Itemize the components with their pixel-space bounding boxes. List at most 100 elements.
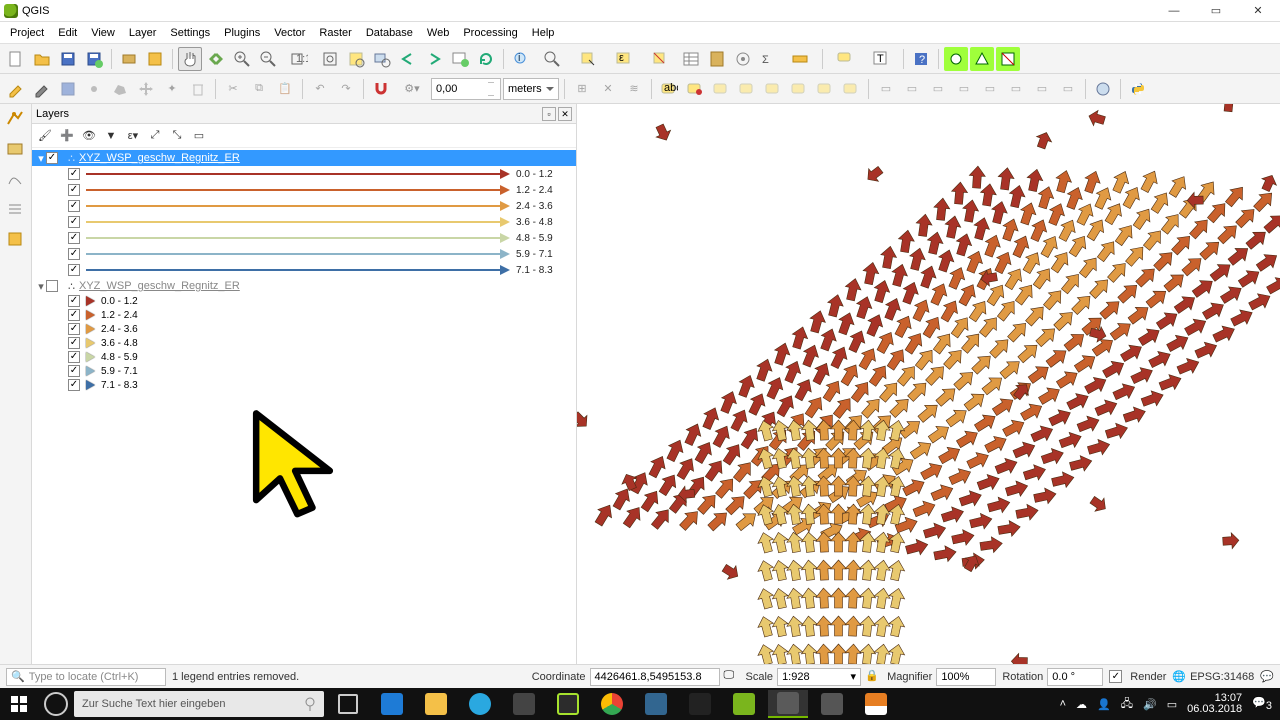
legend-class-row[interactable]: 5.9 - 7.1: [32, 246, 576, 262]
layer-visibility-checkbox[interactable]: [46, 280, 58, 292]
stats-button[interactable]: Σ: [757, 47, 781, 71]
layout-manager-button[interactable]: [143, 47, 167, 71]
class-visibility-checkbox[interactable]: [68, 379, 80, 391]
trace-button[interactable]: ≋: [622, 77, 646, 101]
lock-scale-icon[interactable]: 🔒: [865, 669, 881, 685]
save-as-button[interactable]: [82, 47, 106, 71]
class-visibility-checkbox[interactable]: [68, 337, 80, 349]
map-canvas[interactable]: [577, 104, 1280, 664]
menu-database[interactable]: Database: [360, 25, 419, 41]
tray-up-icon[interactable]: ˄: [1060, 698, 1066, 710]
maximize-button[interactable]: ▭: [1198, 1, 1234, 21]
layer-tree[interactable]: ▾ ∴ XYZ_WSP_geschw_Regnitz_ER 0.0 - 1.2 …: [32, 148, 576, 664]
menu-plugins[interactable]: Plugins: [218, 25, 266, 41]
render-checkbox[interactable]: [1109, 670, 1122, 683]
zoom-layer-button[interactable]: [370, 47, 394, 71]
tray-net-icon[interactable]: 🖧: [1121, 695, 1133, 714]
tray-datetime[interactable]: 13:07 06.03.2018: [1187, 693, 1242, 715]
tray-people-icon[interactable]: 👤: [1097, 698, 1111, 711]
globe-button[interactable]: [1091, 77, 1115, 101]
filter-legend-button[interactable]: ▼: [102, 127, 120, 145]
label-e-button[interactable]: [761, 77, 785, 101]
snap-intersect-button[interactable]: ✕: [596, 77, 620, 101]
zoom-in-button[interactable]: [230, 47, 254, 71]
dec-h-button[interactable]: ▭: [1056, 77, 1080, 101]
tray-a-icon[interactable]: ☁: [1076, 698, 1087, 711]
undo-button[interactable]: ↶: [308, 77, 332, 101]
locator-input[interactable]: 🔍 Type to locate (Ctrl+K): [6, 668, 166, 686]
legend-class-row[interactable]: 2.4 - 3.6: [32, 322, 576, 336]
text-annotation-button[interactable]: T: [864, 47, 898, 71]
refresh-button[interactable]: [474, 47, 498, 71]
taskbar-explorer[interactable]: [416, 690, 456, 718]
expand-button[interactable]: ⤢: [146, 127, 164, 145]
label-d-button[interactable]: [735, 77, 759, 101]
dec-e-button[interactable]: ▭: [978, 77, 1002, 101]
label-a-button[interactable]: abc: [657, 77, 681, 101]
snap-unit-combo[interactable]: meters: [503, 78, 559, 100]
magnifier-field[interactable]: 100%: [936, 668, 996, 686]
print-layout-button[interactable]: [117, 47, 141, 71]
measure-button[interactable]: [783, 47, 817, 71]
extents-icon[interactable]: 🖵: [724, 669, 740, 685]
menu-settings[interactable]: Settings: [164, 25, 216, 41]
label-g-button[interactable]: [813, 77, 837, 101]
snap-distance-input[interactable]: 0,00: [431, 78, 501, 100]
dec-b-button[interactable]: ▭: [900, 77, 924, 101]
zoom-full-button[interactable]: [318, 47, 342, 71]
dec-f-button[interactable]: ▭: [1004, 77, 1028, 101]
dec-g-button[interactable]: ▭: [1030, 77, 1054, 101]
copy-button[interactable]: ⧉: [247, 77, 271, 101]
cut-button[interactable]: ✂: [221, 77, 245, 101]
class-visibility-checkbox[interactable]: [68, 248, 80, 260]
menu-vector[interactable]: Vector: [268, 25, 311, 41]
menu-processing[interactable]: Processing: [457, 25, 523, 41]
edit-pencil-button[interactable]: [30, 77, 54, 101]
layer-row[interactable]: ▾ ∴ XYZ_WSP_geschw_Regnitz_ER: [32, 278, 576, 294]
menu-project[interactable]: Project: [4, 25, 50, 41]
class-visibility-checkbox[interactable]: [68, 216, 80, 228]
add-delimited-button[interactable]: [4, 198, 28, 222]
dec-c-button[interactable]: ▭: [926, 77, 950, 101]
taskbar-postgres[interactable]: [636, 690, 676, 718]
save-project-button[interactable]: [56, 47, 80, 71]
paste-button[interactable]: 📋: [273, 77, 297, 101]
messages-icon[interactable]: 💬: [1260, 670, 1274, 683]
legend-class-row[interactable]: 4.8 - 5.9: [32, 230, 576, 246]
dec-d-button[interactable]: ▭: [952, 77, 976, 101]
menu-web[interactable]: Web: [421, 25, 455, 41]
taskbar-mobaxterm[interactable]: [680, 690, 720, 718]
legend-class-row[interactable]: 1.2 - 2.4: [32, 182, 576, 198]
tray-vol-icon[interactable]: 🔊: [1143, 698, 1157, 711]
plugin-a-button[interactable]: [944, 47, 968, 71]
class-visibility-checkbox[interactable]: [68, 295, 80, 307]
legend-class-row[interactable]: 1.2 - 2.4: [32, 308, 576, 322]
menu-view[interactable]: View: [85, 25, 121, 41]
legend-class-row[interactable]: 3.6 - 4.8: [32, 336, 576, 350]
field-calc-button[interactable]: [705, 47, 729, 71]
new-project-button[interactable]: [4, 47, 28, 71]
snapping-button[interactable]: [369, 77, 393, 101]
pan-button[interactable]: [178, 47, 202, 71]
open-project-button[interactable]: [30, 47, 54, 71]
minimize-button[interactable]: —: [1156, 1, 1192, 21]
zoom-out-button[interactable]: [256, 47, 280, 71]
expand-tri-icon[interactable]: ▾: [36, 152, 46, 165]
tray-lang-icon[interactable]: ▭: [1167, 698, 1177, 711]
edit-toggle-button[interactable]: [4, 77, 28, 101]
add-mesh-button[interactable]: [4, 168, 28, 192]
class-visibility-checkbox[interactable]: [68, 309, 80, 321]
scale-combo[interactable]: 1:928▾: [777, 668, 861, 686]
dec-a-button[interactable]: ▭: [874, 77, 898, 101]
taskbar-pycharm[interactable]: [548, 690, 588, 718]
expand-tri-icon[interactable]: ▾: [36, 280, 46, 293]
legend-class-row[interactable]: 7.1 - 8.3: [32, 378, 576, 392]
collapse-button[interactable]: ⤡: [168, 127, 186, 145]
plugin-b-button[interactable]: [970, 47, 994, 71]
label-c-button[interactable]: [709, 77, 733, 101]
new-map-view-button[interactable]: [448, 47, 472, 71]
plugin-c-button[interactable]: [996, 47, 1020, 71]
menu-raster[interactable]: Raster: [313, 25, 357, 41]
legend-class-row[interactable]: 5.9 - 7.1: [32, 364, 576, 378]
topo-editing-button[interactable]: ⊞: [570, 77, 594, 101]
